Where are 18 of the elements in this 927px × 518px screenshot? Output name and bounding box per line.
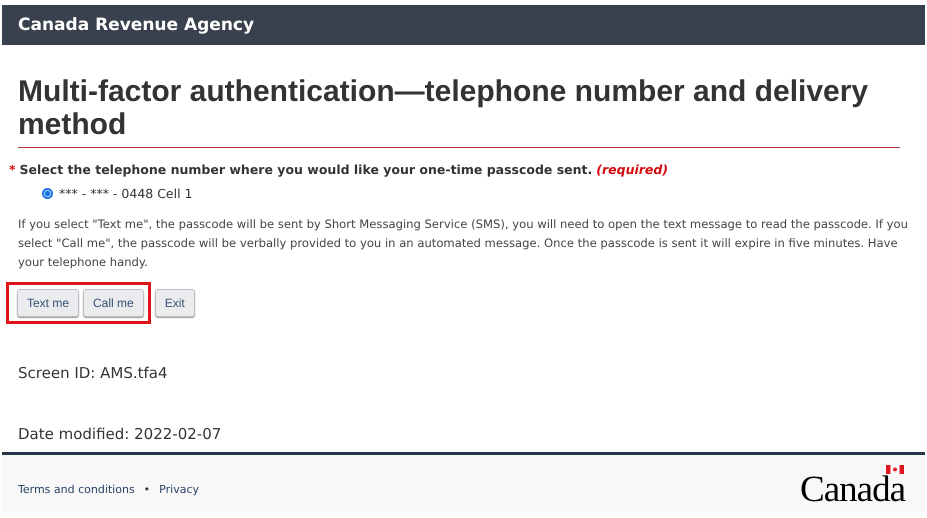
date-modified: Date modified: 2022-02-07 bbox=[18, 425, 222, 443]
required-text: (required) bbox=[596, 162, 668, 177]
action-button[interactable]: Exit bbox=[154, 289, 195, 317]
info-text: If you select "Text me", the passcode will be sent by Short Messaging Service (SMS), you will need to open the text message to read the passcode. If you select "Call me", the passcode will be verbally provided to you in an automated message. Once the passcode is sent it will expire in five minutes. Have your telephone handy. bbox=[18, 216, 908, 271]
separator-dot: • bbox=[144, 483, 150, 496]
action-button[interactable]: Call me bbox=[83, 289, 144, 317]
flag-icon bbox=[886, 465, 904, 474]
question-label: Select the telephone number where you would like your one-time passcode sent. bbox=[20, 162, 592, 177]
required-marker: * bbox=[9, 162, 16, 177]
site-title[interactable]: Canada Revenue Agency bbox=[18, 15, 254, 35]
screen-id: Screen ID: AMS.tfa4 bbox=[18, 364, 169, 382]
footer-link[interactable]: Privacy bbox=[159, 483, 199, 496]
page-title: Multi-factor authentication—telephone number and delivery method bbox=[18, 75, 900, 148]
footer-link[interactable]: Terms and conditions bbox=[18, 483, 135, 496]
wordmark-text: Canada bbox=[800, 476, 905, 504]
action-button[interactable]: Text me bbox=[17, 289, 80, 317]
radio-button[interactable] bbox=[42, 188, 53, 199]
radio-label[interactable]: *** - *** - 0448 Cell 1 bbox=[59, 186, 192, 201]
